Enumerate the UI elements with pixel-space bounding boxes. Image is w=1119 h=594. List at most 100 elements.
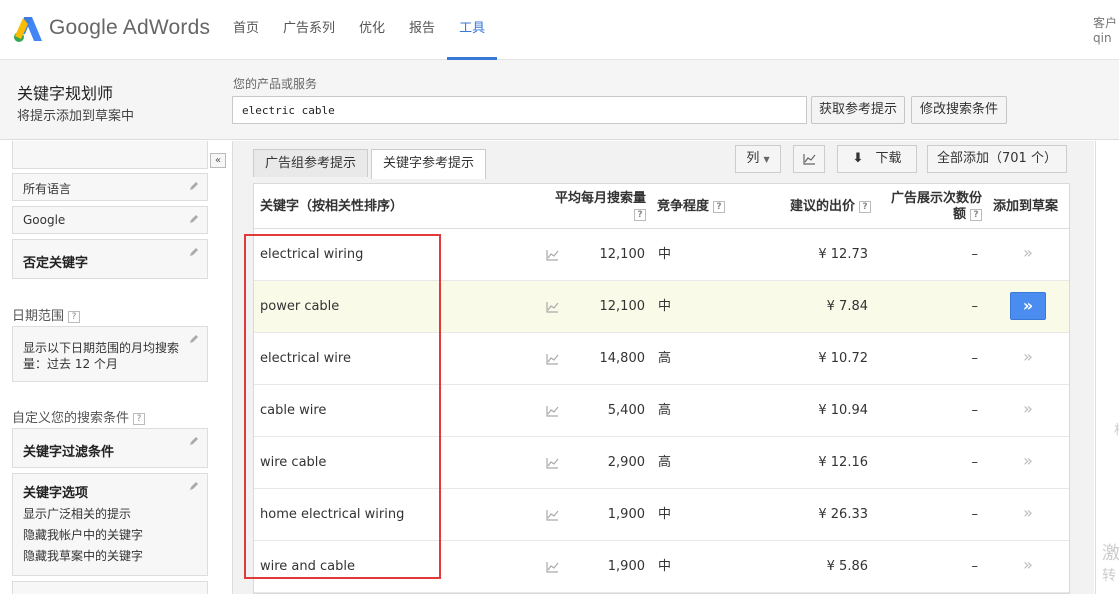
keyword-cell[interactable]: electrical wire <box>260 333 351 385</box>
help-icon[interactable]: ? <box>970 208 982 221</box>
header-avg-searches[interactable]: 平均每月搜索量 ? <box>544 184 646 229</box>
impression-share-cell: – <box>971 507 979 522</box>
add-to-plan-button[interactable]: » <box>1010 396 1046 424</box>
keyword-cell[interactable]: wire and cable <box>260 541 355 593</box>
language-label: 所有语言 <box>23 182 72 196</box>
pencil-icon[interactable] <box>188 180 200 192</box>
download-button[interactable]: ⬇ 下载 <box>837 145 917 173</box>
table-row[interactable]: wire and cable 1,900 中 ¥ 5.86 – » <box>254 541 1069 593</box>
add-to-plan-button[interactable]: » <box>1010 292 1046 320</box>
negative-keywords[interactable]: 否定关键字 <box>12 239 208 279</box>
add-to-plan-button[interactable]: » <box>1010 448 1046 476</box>
account-info[interactable]: 客户 qin <box>1093 16 1119 46</box>
trend-chart-icon[interactable] <box>546 509 559 521</box>
get-ideas-button[interactable]: 获取参考提示 <box>811 96 905 124</box>
help-icon[interactable]: ? <box>133 412 146 425</box>
suggested-bid-cell: ¥ 12.73 <box>818 247 868 262</box>
impression-share-cell: – <box>971 299 979 314</box>
competition-cell: 高 <box>658 351 672 366</box>
nav-item[interactable]: 广告系列 <box>271 0 347 60</box>
help-icon[interactable]: ? <box>859 200 871 213</box>
chart-icon <box>802 154 815 165</box>
language-targeting[interactable]: 所有语言 <box>12 173 208 201</box>
impression-share-cell: – <box>971 455 979 470</box>
trend-chart-icon[interactable] <box>546 561 559 573</box>
negative-keywords-label: 否定关键字 <box>23 256 89 271</box>
avg-searches-cell: 1,900 <box>607 507 645 522</box>
suggested-bid-cell: ¥ 10.72 <box>818 351 868 366</box>
top-navigation-bar: Google AdWords 首页 广告系列 优化 报告 工具 客户 qin <box>0 0 1119 60</box>
chart-toggle-button[interactable] <box>793 145 825 173</box>
results-area: 广告组参考提示 关键字参考提示 列 ▼ ⬇ 下载 全部添加（701 个） 关键字… <box>232 141 1094 594</box>
network-targeting[interactable]: Google <box>12 206 208 234</box>
keyword-options[interactable]: 关键字选项 显示广泛相关的提示 隐藏我帐户中的关键字 隐藏我草案中的关键字 <box>12 473 208 576</box>
network-label: Google <box>23 213 66 227</box>
custom-criteria-title: 自定义您的搜索条件 <box>12 411 130 426</box>
table-row[interactable]: electrical wiring 12,100 中 ¥ 12.73 – » <box>254 229 1069 281</box>
product-input[interactable] <box>232 96 807 124</box>
header-competition[interactable]: 竞争程度? <box>657 184 726 229</box>
more-options-box[interactable] <box>12 581 208 594</box>
brand-name[interactable]: Google AdWords <box>49 16 210 40</box>
header-keyword[interactable]: 关键字（按相关性排序） <box>260 184 403 229</box>
pencil-icon[interactable] <box>188 213 200 225</box>
nav-item[interactable]: 优化 <box>347 0 397 60</box>
custom-criteria-section: 自定义您的搜索条件? <box>12 407 146 426</box>
keyword-cell[interactable]: electrical wiring <box>260 229 363 281</box>
header-impression-share[interactable]: 广告展示次数份额? <box>880 184 982 229</box>
date-range-text: 显示以下日期范围的月均搜索量：过去 12 个月 <box>23 341 180 371</box>
competition-cell: 中 <box>658 247 672 262</box>
caret-down-icon: ▼ <box>763 155 770 164</box>
suggested-bid-cell: ¥ 26.33 <box>818 507 868 522</box>
pencil-icon[interactable] <box>188 435 200 447</box>
trend-chart-icon[interactable] <box>546 457 559 469</box>
trend-chart-icon[interactable] <box>546 249 559 261</box>
right-panel-text: 激 <box>1102 543 1119 564</box>
tab-keyword-ideas[interactable]: 关键字参考提示 <box>371 149 487 179</box>
pencil-icon[interactable] <box>188 480 200 492</box>
adwords-logo-icon[interactable] <box>13 14 43 44</box>
columns-button[interactable]: 列 ▼ <box>735 145 781 173</box>
add-all-button[interactable]: 全部添加（701 个） <box>927 145 1067 173</box>
trend-chart-icon[interactable] <box>546 405 559 417</box>
add-to-plan-button[interactable]: » <box>1010 344 1046 372</box>
nav-item[interactable]: 工具 <box>447 0 498 60</box>
pencil-icon[interactable] <box>188 333 200 345</box>
nav-item[interactable]: 报告 <box>397 0 447 60</box>
keyword-filters[interactable]: 关键字过滤条件 <box>12 428 208 468</box>
keyword-filters-label: 关键字过滤条件 <box>23 445 115 460</box>
keyword-option: 显示广泛相关的提示 <box>23 507 132 521</box>
keyword-cell[interactable]: wire cable <box>260 437 326 489</box>
trend-chart-icon[interactable] <box>546 353 559 365</box>
help-icon[interactable]: ? <box>634 208 646 221</box>
add-to-plan-button[interactable]: » <box>1010 240 1046 268</box>
help-icon[interactable]: ? <box>713 200 726 213</box>
keyword-cell[interactable]: power cable <box>260 281 339 333</box>
trend-chart-icon[interactable] <box>546 301 559 313</box>
targeting-box-top[interactable] <box>12 141 208 169</box>
table-row[interactable]: cable wire 5,400 高 ¥ 10.94 – » <box>254 385 1069 437</box>
download-icon: ⬇ <box>852 151 864 166</box>
collapse-sidebar-icon[interactable]: « <box>210 153 226 168</box>
table-row[interactable]: power cable 12,100 中 ¥ 7.84 – » <box>254 281 1069 333</box>
table-row[interactable]: wire cable 2,900 高 ¥ 12.16 – » <box>254 437 1069 489</box>
header-suggested-bid[interactable]: 建议的出价? <box>769 184 871 229</box>
table-row[interactable]: home electrical wiring 1,900 中 ¥ 26.33 – » <box>254 489 1069 541</box>
help-icon[interactable]: ? <box>68 310 81 323</box>
keyword-option: 隐藏我帐户中的关键字 <box>23 528 144 542</box>
header-add-to-plan: 添加到草案 <box>993 199 1059 214</box>
date-range-box[interactable]: 显示以下日期范围的月均搜索量：过去 12 个月 <box>12 326 208 382</box>
add-to-plan-button[interactable]: » <box>1010 552 1046 580</box>
nav-item[interactable]: 首页 <box>221 0 271 60</box>
pencil-icon[interactable] <box>188 246 200 258</box>
keyword-cell[interactable]: cable wire <box>260 385 326 437</box>
tab-ad-group-ideas[interactable]: 广告组参考提示 <box>253 149 369 177</box>
modify-search-button[interactable]: 修改搜索条件 <box>911 96 1007 124</box>
add-to-plan-button[interactable]: » <box>1010 500 1046 528</box>
impression-share-cell: – <box>971 247 979 262</box>
account-label: 客户 <box>1093 16 1118 30</box>
page-subtitle: 将提示添加到草案中 <box>17 109 135 124</box>
keyword-cell[interactable]: home electrical wiring <box>260 489 404 541</box>
table-row[interactable]: electrical wire 14,800 高 ¥ 10.72 – » <box>254 333 1069 385</box>
right-panel-edge: 相 激 转 <box>1095 141 1119 594</box>
